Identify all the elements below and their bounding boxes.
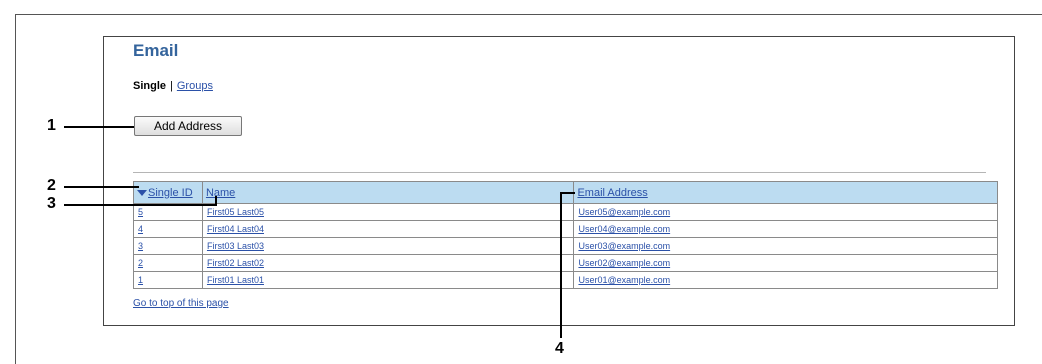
callout-1-line bbox=[64, 126, 134, 128]
email-link[interactable]: User01@example.com bbox=[578, 275, 670, 285]
id-cell: 3 bbox=[133, 237, 203, 255]
name-header-link[interactable]: Name bbox=[206, 187, 235, 199]
table-row: 1 First01 Last01 User01@example.com bbox=[133, 271, 998, 289]
name-link[interactable]: First04 Last04 bbox=[207, 224, 264, 234]
email-cell: User02@example.com bbox=[573, 254, 998, 272]
id-link[interactable]: 2 bbox=[138, 258, 143, 268]
name-cell: First05 Last05 bbox=[201, 203, 575, 221]
id-link[interactable]: 5 bbox=[138, 207, 143, 217]
email-link[interactable]: User04@example.com bbox=[578, 224, 670, 234]
callout-4-line-v bbox=[560, 192, 562, 338]
id-link[interactable]: 4 bbox=[138, 224, 143, 234]
callout-3: 3 bbox=[47, 195, 56, 212]
id-cell: 4 bbox=[133, 220, 203, 238]
id-link[interactable]: 1 bbox=[138, 275, 143, 285]
table-row: 3 First03 Last03 User03@example.com bbox=[133, 237, 998, 255]
table-row: 2 First02 Last02 User02@example.com bbox=[133, 254, 998, 272]
name-cell: First02 Last02 bbox=[201, 254, 575, 272]
email-link[interactable]: User05@example.com bbox=[578, 207, 670, 217]
divider bbox=[133, 172, 986, 173]
table-row: 5 First05 Last05 User05@example.com bbox=[133, 203, 998, 221]
callout-2-line bbox=[64, 186, 139, 188]
name-link[interactable]: First03 Last03 bbox=[207, 241, 264, 251]
header-email[interactable]: Email Address bbox=[573, 181, 998, 204]
callout-1: 1 bbox=[47, 117, 56, 134]
name-cell: First01 Last01 bbox=[201, 271, 575, 289]
callout-4: 4 bbox=[555, 340, 564, 357]
tab-separator: | bbox=[170, 80, 173, 92]
id-cell: 2 bbox=[133, 254, 203, 272]
name-cell: First04 Last04 bbox=[201, 220, 575, 238]
id-link[interactable]: 3 bbox=[138, 241, 143, 251]
page-title: Email bbox=[133, 41, 179, 60]
sort-desc-icon bbox=[137, 189, 147, 196]
name-link[interactable]: First02 Last02 bbox=[207, 258, 264, 268]
header-single-id[interactable]: Single ID bbox=[133, 181, 203, 204]
email-link[interactable]: User02@example.com bbox=[578, 258, 670, 268]
callout-2: 2 bbox=[47, 177, 56, 194]
callout-4-line-h bbox=[560, 192, 575, 194]
go-to-top-link[interactable]: Go to top of this page bbox=[133, 298, 229, 309]
id-cell: 1 bbox=[133, 271, 203, 289]
email-link[interactable]: User03@example.com bbox=[578, 241, 670, 251]
single-id-header-link[interactable]: Single ID bbox=[148, 187, 193, 199]
header-name[interactable]: Name bbox=[201, 181, 575, 204]
email-header-link[interactable]: Email Address bbox=[577, 187, 647, 199]
id-cell: 5 bbox=[133, 203, 203, 221]
email-cell: User03@example.com bbox=[573, 237, 998, 255]
tab-bar: Single | Groups bbox=[133, 80, 213, 92]
callout-3-line-h bbox=[64, 204, 217, 206]
name-cell: First03 Last03 bbox=[201, 237, 575, 255]
tab-single[interactable]: Single bbox=[133, 80, 166, 92]
add-address-button[interactable]: Add Address bbox=[134, 116, 242, 136]
address-table: Single ID Name Email Address 5 First05 L… bbox=[133, 181, 998, 289]
email-cell: User05@example.com bbox=[573, 203, 998, 221]
table-row: 4 First04 Last04 User04@example.com bbox=[133, 220, 998, 238]
name-link[interactable]: First01 Last01 bbox=[207, 275, 264, 285]
email-cell: User04@example.com bbox=[573, 220, 998, 238]
callout-3-line-v bbox=[215, 196, 217, 206]
email-cell: User01@example.com bbox=[573, 271, 998, 289]
name-link[interactable]: First05 Last05 bbox=[207, 207, 264, 217]
tab-groups[interactable]: Groups bbox=[177, 80, 213, 92]
